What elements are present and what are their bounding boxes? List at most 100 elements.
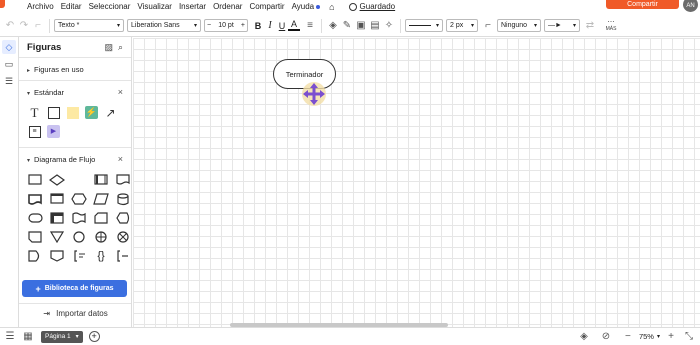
bank-icon[interactable]: ⌂ <box>329 2 334 12</box>
action-shape-icon[interactable]: ⚡ <box>84 105 99 120</box>
line-width-select[interactable]: 2 px ▾ <box>446 19 478 32</box>
shapes-panel: Figuras ▨ ⌕ ▸ Figuras en uso ▾ Estándar × … <box>19 37 132 327</box>
zoom-in-icon[interactable]: + <box>664 331 678 342</box>
multi-document-shape-icon[interactable] <box>27 191 43 207</box>
shapes-icon[interactable]: ◇ <box>2 40 16 54</box>
grid-view-icon[interactable]: ▦ <box>21 331 35 342</box>
list-shape-icon[interactable]: ≡ <box>27 124 42 139</box>
data-shape-icon[interactable] <box>93 191 109 207</box>
close-icon[interactable]: × <box>118 87 123 97</box>
terminator-shape-icon[interactable] <box>27 210 43 226</box>
style-select-value: Texto * <box>58 22 80 29</box>
undo-icon[interactable]: ↶ <box>3 20 17 31</box>
font-size-stepper[interactable]: −10 pt + <box>204 19 248 32</box>
menu-insertar[interactable]: Insertar <box>179 2 206 11</box>
increase-size-icon[interactable]: + <box>241 22 245 29</box>
divider <box>49 18 50 33</box>
layers-icon[interactable]: ◈ <box>577 331 591 342</box>
image-icon[interactable]: ▨ <box>104 42 113 53</box>
lock-icon[interactable]: ▤ <box>368 20 382 31</box>
text-color-button[interactable]: A <box>288 20 300 31</box>
section-in-use[interactable]: ▸ Figuras en uso <box>19 58 131 80</box>
brace-shape-icon[interactable]: {} <box>93 248 109 264</box>
section-standard-label: Estándar <box>34 87 65 97</box>
menu-ayuda[interactable]: Ayuda <box>292 2 321 11</box>
style-select[interactable]: Texto * ▾ <box>54 19 124 32</box>
align-icon[interactable]: ≡ <box>303 20 317 31</box>
loop-limit-shape-icon[interactable] <box>27 229 43 245</box>
off-page-shape-icon[interactable] <box>49 248 65 264</box>
bold-button[interactable]: B <box>252 21 264 31</box>
magic-icon[interactable]: ✧ <box>382 20 396 31</box>
arrow-end-select[interactable]: —► ▾ <box>544 19 580 32</box>
preparation-shape-icon[interactable] <box>71 191 87 207</box>
list-view-icon[interactable]: ☰ <box>3 331 17 342</box>
fill-color-icon[interactable]: ◈ <box>326 20 340 31</box>
move-cursor-icon[interactable] <box>301 81 327 107</box>
line-style-select[interactable]: ▾ <box>405 19 443 32</box>
section-standard[interactable]: ▾ Estándar × <box>19 81 131 103</box>
section-flowchart[interactable]: ▾ Diagrama de Flujo × <box>19 148 131 170</box>
connector-icon[interactable]: ⌐ <box>481 20 495 31</box>
internal-storage-shape-icon[interactable] <box>49 210 65 226</box>
import-icon: ⇥ <box>43 309 50 318</box>
chevron-down-icon[interactable]: ▾ <box>657 333 660 340</box>
or-shape-icon[interactable] <box>115 229 131 245</box>
pages-icon[interactable]: ▭ <box>2 57 16 71</box>
menu-editar[interactable]: Editar <box>61 2 82 11</box>
add-page-button[interactable]: + <box>88 331 100 342</box>
zoom-level[interactable]: 75% <box>639 332 654 341</box>
rectangle-shape-icon[interactable] <box>46 105 61 120</box>
italic-button[interactable]: I <box>264 20 276 31</box>
menu-seleccionar[interactable]: Seleccionar <box>89 2 131 11</box>
database-shape-icon[interactable] <box>115 191 131 207</box>
zoom-out-icon[interactable]: − <box>621 331 635 342</box>
process-shape-icon[interactable] <box>27 172 43 188</box>
decrease-size-icon[interactable]: − <box>207 22 211 29</box>
line-color-icon[interactable]: ✎ <box>340 20 354 31</box>
menu-visualizar[interactable]: Visualizar <box>137 2 172 11</box>
shape-style-icon[interactable]: ▣ <box>354 20 368 31</box>
format-painter-icon[interactable]: ⌐ <box>31 20 45 31</box>
arrow-shape-icon[interactable]: ↗ <box>103 105 118 120</box>
page-tab[interactable]: Página 1 ▾ <box>41 330 83 343</box>
share-button[interactable]: Compartir <box>606 0 679 9</box>
collapse-icon[interactable]: ⤡ <box>682 331 696 342</box>
underline-button[interactable]: U <box>276 21 288 31</box>
play-shape-icon[interactable]: ▶ <box>46 124 61 139</box>
subprocess-shape-icon[interactable] <box>93 172 109 188</box>
summing-junction-shape-icon[interactable] <box>93 229 109 245</box>
display-shape-icon[interactable] <box>115 210 131 226</box>
line-end-select[interactable]: Ninguno ▾ <box>497 19 541 32</box>
search-icon[interactable]: ⌕ <box>118 42 123 53</box>
note-bracket-shape-icon[interactable] <box>115 248 131 264</box>
avatar[interactable]: AN <box>683 0 698 12</box>
delay-shape-icon[interactable] <box>27 248 43 264</box>
redo-icon[interactable]: ↷ <box>17 20 31 31</box>
import-data-button[interactable]: ⇥ Importar datos <box>19 309 131 318</box>
menu-archivo[interactable]: Archivo <box>27 2 54 11</box>
import-data-label: Importar datos <box>56 309 108 318</box>
note-shape-icon[interactable] <box>65 105 80 120</box>
shape-library-button[interactable]: + Biblioteca de figuras <box>22 280 127 297</box>
drawing-canvas[interactable]: Terminador <box>133 38 700 327</box>
card-shape-icon[interactable] <box>93 210 109 226</box>
decision-shape-icon[interactable] <box>49 172 65 188</box>
close-icon[interactable]: × <box>118 154 123 164</box>
database-icon[interactable]: ☰ <box>2 74 16 88</box>
connector-shape-icon[interactable] <box>71 229 87 245</box>
chevron-right-icon: ▸ <box>27 67 31 74</box>
navigate-icon[interactable]: ⊘ <box>599 331 613 342</box>
text-shape-icon[interactable]: T <box>27 105 42 120</box>
more-button[interactable]: ⋯ MÁS <box>601 19 621 32</box>
predefined-process-shape-icon[interactable] <box>49 191 65 207</box>
punched-tape-shape-icon[interactable] <box>71 210 87 226</box>
saved-status[interactable]: Guardado <box>348 2 395 11</box>
menu-compartir[interactable]: Compartir <box>249 2 284 11</box>
swap-icon[interactable]: ⇄ <box>583 20 597 31</box>
merge-shape-icon[interactable] <box>49 229 65 245</box>
font-select[interactable]: Liberation Sans ▾ <box>127 19 201 32</box>
menu-ordenar[interactable]: Ordenar <box>213 2 242 11</box>
annotation-shape-icon[interactable] <box>71 248 87 264</box>
document-shape-icon[interactable] <box>115 172 131 188</box>
